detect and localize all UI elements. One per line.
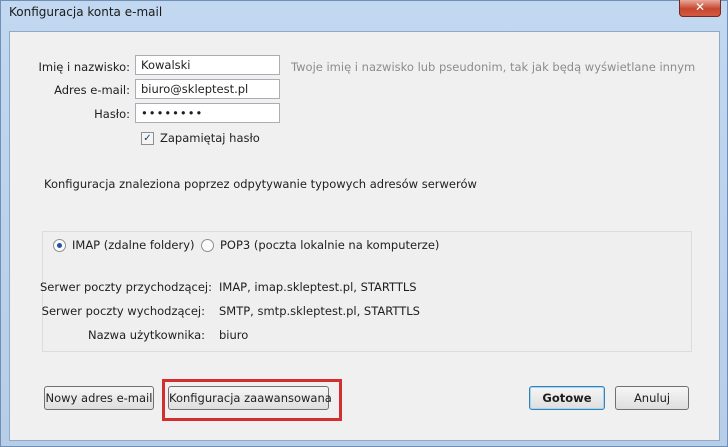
outgoing-server-value: SMTP, smtp.skleptest.pl, STARTTLS xyxy=(219,304,420,318)
incoming-server-value: IMAP, imap.skleptest.pl, STARTTLS xyxy=(219,280,417,294)
close-icon[interactable]: ✕ xyxy=(695,0,705,14)
pop3-radio-label[interactable]: POP3 (poczta lokalnie na komputerze) xyxy=(220,238,439,252)
new-account-button[interactable]: Nowy adres e-mail xyxy=(44,386,154,410)
remember-password-label: Zapamiętaj hasło xyxy=(160,131,260,145)
window-title: Konfiguracja konta e-mail xyxy=(9,5,163,19)
email-label: Adres e-mail: xyxy=(54,83,130,97)
close-button[interactable]: ✕ xyxy=(679,0,721,17)
password-input[interactable]: •••••••• xyxy=(135,103,280,123)
advanced-config-button[interactable]: Konfiguracja zaawansowana xyxy=(168,386,332,410)
outgoing-server-label: Serwer poczty wychodzącej: xyxy=(41,304,205,318)
cancel-button[interactable]: Anuluj xyxy=(615,386,689,410)
checkmark-icon: ✓ xyxy=(143,133,152,144)
username-value: biuro xyxy=(219,328,249,342)
done-button[interactable]: Gotowe xyxy=(529,386,605,410)
server-settings-group: IMAP (zdalne foldery) POP3 (poczta lokal… xyxy=(40,231,692,352)
incoming-server-label: Serwer poczty przychodzącej: xyxy=(40,280,213,294)
name-input[interactable]: Kowalski xyxy=(135,55,280,75)
name-label: Imię i nazwisko: xyxy=(38,60,131,74)
name-hint: Twoje imię i nazwisko lub pseudonim, tak… xyxy=(291,60,696,74)
password-label: Hasło: xyxy=(94,107,130,121)
title-bar: Konfiguracja konta e-mail ✕ xyxy=(1,0,727,23)
account-setup-window: Konfiguracja konta e-mail ✕ Imię i nazwi… xyxy=(0,0,728,447)
pop3-radio[interactable] xyxy=(201,239,214,252)
config-status-text: Konfiguracja znaleziona poprzez odpytywa… xyxy=(44,177,477,191)
imap-radio[interactable] xyxy=(53,239,66,252)
email-input[interactable]: biuro@skleptest.pl xyxy=(135,79,280,99)
remember-password-checkbox[interactable]: ✓ xyxy=(141,132,154,145)
username-label: Nazwa użytkownika: xyxy=(88,328,205,342)
imap-radio-label[interactable]: IMAP (zdalne foldery) xyxy=(72,238,195,252)
dialog-content: Imię i nazwisko: Kowalski Twoje imię i n… xyxy=(9,31,720,441)
